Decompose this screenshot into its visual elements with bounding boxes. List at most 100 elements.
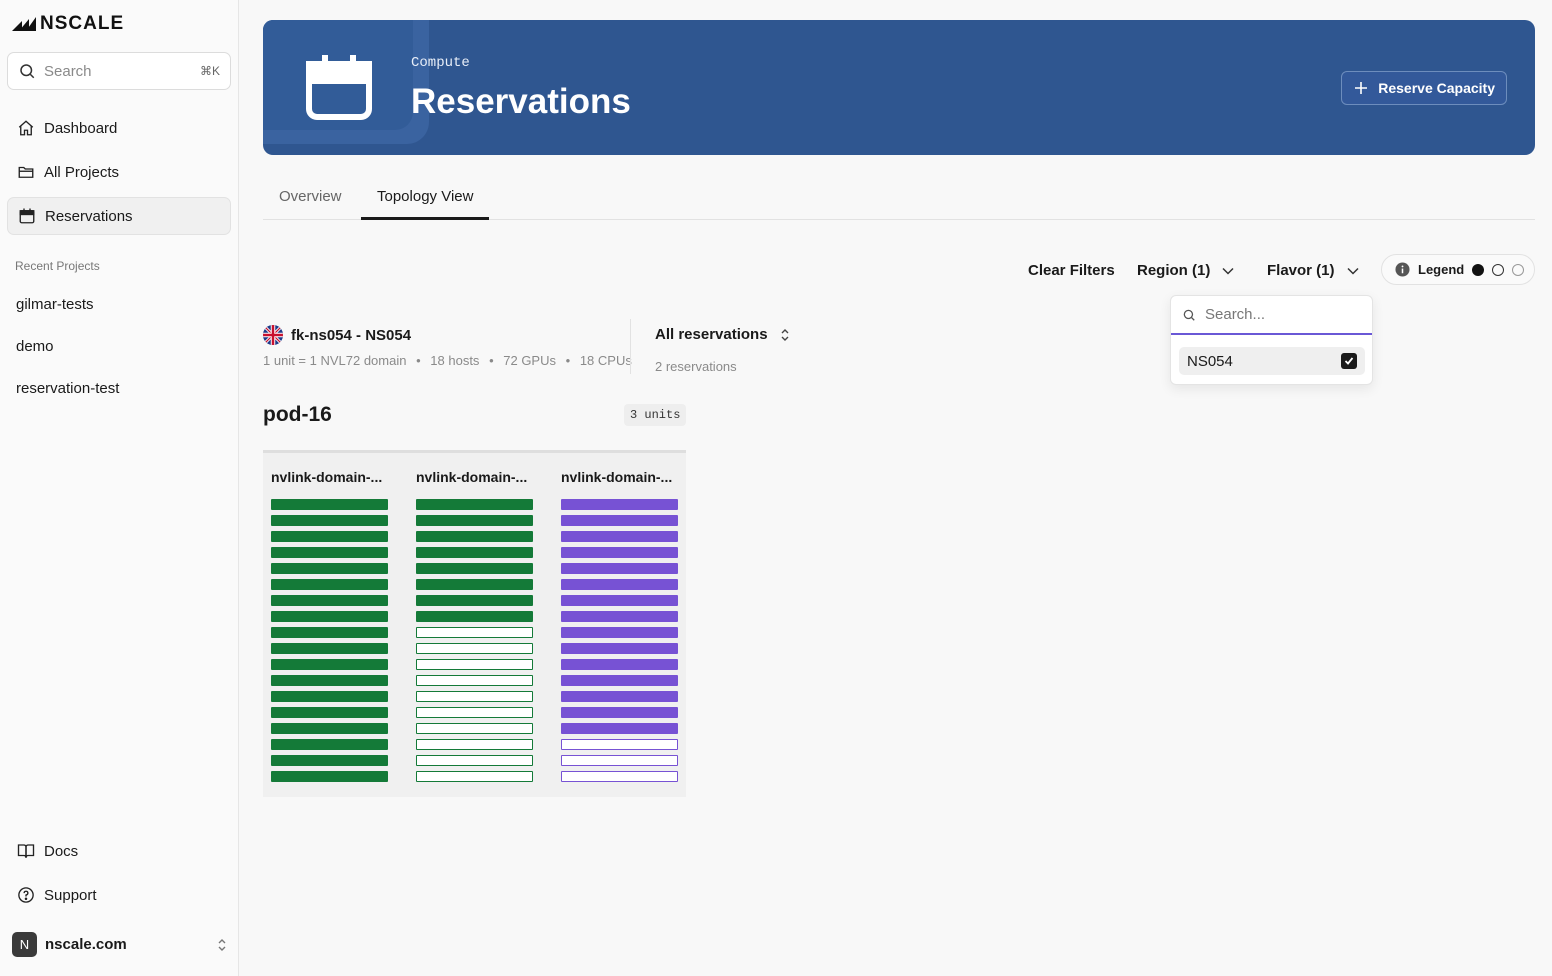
domain-name: nvlink-domain-... <box>561 469 673 485</box>
sidebar-item-docs[interactable]: Docs <box>7 832 231 870</box>
reservation-count: 2 reservations <box>655 359 737 374</box>
plus-icon <box>1355 82 1368 94</box>
search-icon <box>20 64 35 79</box>
book-icon <box>17 842 35 860</box>
logo-mark-icon <box>12 17 36 31</box>
host-bar-reserved[interactable] <box>271 771 388 782</box>
search-input[interactable]: Search ⌘K <box>7 52 231 90</box>
sidebar-item-dashboard[interactable]: Dashboard <box>7 109 231 147</box>
clear-filters-button[interactable]: Clear Filters <box>1028 262 1115 279</box>
tab-overview[interactable]: Overview <box>279 188 342 205</box>
host-bar-reserved[interactable] <box>561 595 678 606</box>
home-icon <box>17 119 35 137</box>
host-bar-reserved[interactable] <box>271 723 388 734</box>
host-bar-available[interactable] <box>561 755 678 766</box>
reservation-select[interactable]: All reservations <box>655 326 790 343</box>
site-meta-cpus: 18 CPUs <box>579 353 632 368</box>
logo[interactable]: NSCALE <box>12 13 124 35</box>
host-bar-reserved[interactable] <box>416 611 533 622</box>
host-bar-reserved[interactable] <box>561 659 678 670</box>
host-bar-reserved[interactable] <box>416 499 533 510</box>
host-bar-reserved[interactable] <box>561 547 678 558</box>
host-bar-reserved[interactable] <box>271 643 388 654</box>
host-bar-reserved[interactable] <box>561 579 678 590</box>
host-bar-reserved[interactable] <box>416 515 533 526</box>
sidebar-item-label: Dashboard <box>44 119 118 137</box>
host-bar-available[interactable] <box>416 659 533 670</box>
host-bar-reserved[interactable] <box>561 531 678 542</box>
org-name: nscale.com <box>45 936 127 953</box>
site-header: fk-ns054 - NS054 <box>263 325 411 345</box>
host-bar-reserved[interactable] <box>561 563 678 574</box>
host-bar-reserved[interactable] <box>271 499 388 510</box>
page-title: Reservations <box>411 82 631 121</box>
checkbox-checked-icon[interactable] <box>1341 353 1357 369</box>
host-bar-available[interactable] <box>416 771 533 782</box>
region-option-ns054[interactable]: NS054 <box>1179 347 1365 375</box>
host-bar-available[interactable] <box>416 723 533 734</box>
tab-topology-view[interactable]: Topology View <box>377 188 473 205</box>
host-bar-reserved[interactable] <box>271 547 388 558</box>
sidebar-item-label: Docs <box>44 842 79 860</box>
host-bar-available[interactable] <box>416 675 533 686</box>
recent-project-item[interactable]: gilmar-tests <box>16 296 94 313</box>
search-placeholder: Search <box>44 62 92 80</box>
host-bar-available[interactable] <box>416 627 533 638</box>
help-circle-icon <box>17 886 35 904</box>
org-switcher[interactable]: N nscale.com <box>12 931 227 958</box>
sidebar-item-label: All Projects <box>44 163 120 181</box>
sidebar-item-support[interactable]: Support <box>7 876 231 914</box>
search-shortcut: ⌘K <box>199 64 220 78</box>
host-bar-reserved[interactable] <box>416 547 533 558</box>
flavor-filter-dropdown[interactable]: Flavor (1) <box>1267 262 1359 279</box>
host-bar-reserved[interactable] <box>561 611 678 622</box>
recent-project-item[interactable]: reservation-test <box>16 380 119 397</box>
host-bar-available[interactable] <box>416 755 533 766</box>
host-bar-reserved[interactable] <box>271 563 388 574</box>
info-icon <box>1395 262 1410 277</box>
recent-project-item[interactable]: demo <box>16 338 54 355</box>
host-bar-reserved[interactable] <box>271 755 388 766</box>
host-bar-reserved[interactable] <box>416 595 533 606</box>
domain-name: nvlink-domain-... <box>416 469 528 485</box>
host-bar-available[interactable] <box>416 643 533 654</box>
host-bar-reserved[interactable] <box>561 675 678 686</box>
host-bar-reserved[interactable] <box>561 707 678 718</box>
host-bar-reserved[interactable] <box>271 611 388 622</box>
host-bar-reserved[interactable] <box>416 579 533 590</box>
reserve-capacity-button[interactable]: Reserve Capacity <box>1341 71 1507 105</box>
sidebar-item-reservations[interactable]: Reservations <box>7 197 231 235</box>
host-bar-reserved[interactable] <box>561 643 678 654</box>
sidebar-item-all-projects[interactable]: All Projects <box>7 153 231 191</box>
host-bar-available[interactable] <box>416 707 533 718</box>
host-bar-reserved[interactable] <box>271 531 388 542</box>
host-bar-reserved[interactable] <box>271 739 388 750</box>
host-bar-reserved[interactable] <box>271 515 388 526</box>
host-bar-reserved[interactable] <box>561 499 678 510</box>
flavor-filter-label: Flavor (1) <box>1267 262 1335 279</box>
region-dropdown-menu: Search... NS054 <box>1170 295 1373 385</box>
host-bar-reserved[interactable] <box>271 627 388 638</box>
host-bar-reserved[interactable] <box>271 675 388 686</box>
host-bar-reserved[interactable] <box>271 659 388 670</box>
host-bar-available[interactable] <box>561 771 678 782</box>
host-bar-available[interactable] <box>416 739 533 750</box>
host-bar-available[interactable] <box>561 739 678 750</box>
host-bar-reserved[interactable] <box>561 627 678 638</box>
host-bar-reserved[interactable] <box>561 515 678 526</box>
folder-icon <box>17 163 35 181</box>
region-filter-label: Region (1) <box>1137 262 1211 279</box>
host-bar-reserved[interactable] <box>271 579 388 590</box>
host-bar-reserved[interactable] <box>561 723 678 734</box>
host-bar-reserved[interactable] <box>271 595 388 606</box>
host-bar-reserved[interactable] <box>271 707 388 718</box>
host-bar-reserved[interactable] <box>416 563 533 574</box>
host-bars <box>271 499 388 787</box>
host-bar-reserved[interactable] <box>416 531 533 542</box>
host-bar-reserved[interactable] <box>561 691 678 702</box>
host-bar-reserved[interactable] <box>271 691 388 702</box>
host-bar-available[interactable] <box>416 691 533 702</box>
region-search-input[interactable]: Search... <box>1171 296 1372 335</box>
region-filter-dropdown[interactable]: Region (1) <box>1137 262 1234 279</box>
legend-toggle[interactable]: Legend <box>1381 254 1535 285</box>
